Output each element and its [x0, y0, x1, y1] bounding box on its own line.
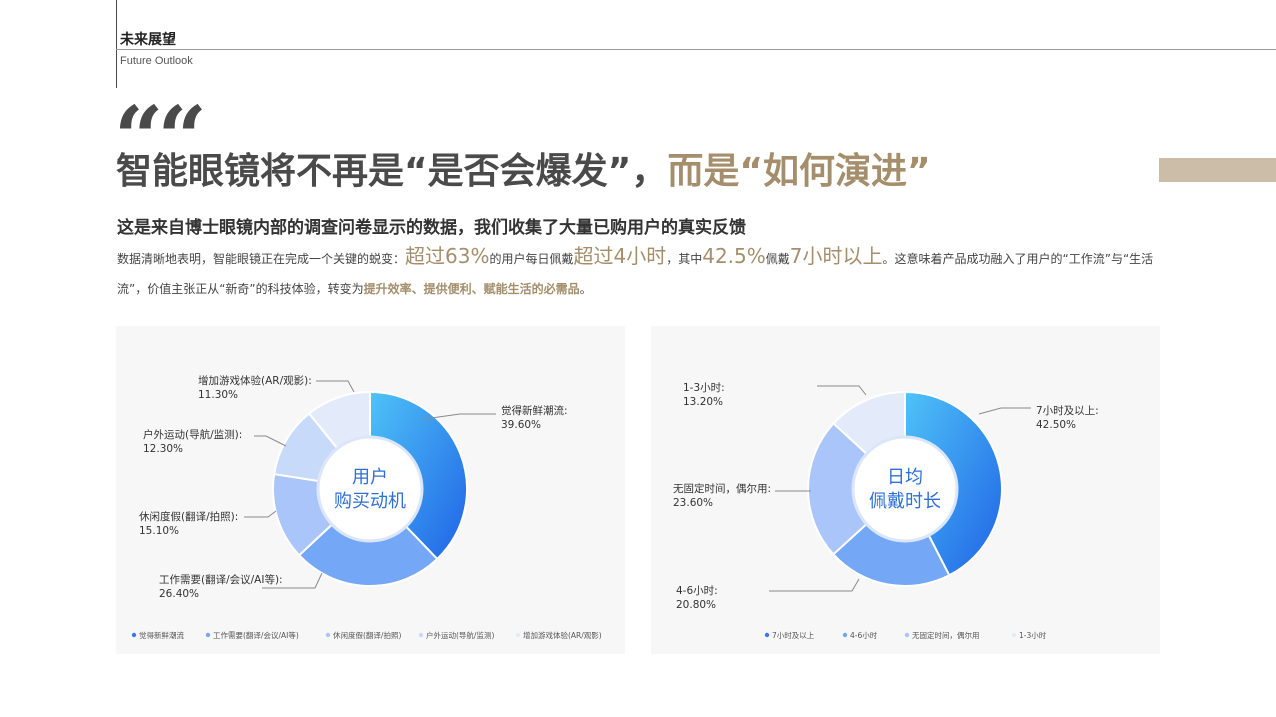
- callout-line-3: [254, 435, 287, 447]
- legend-label-1: 工作需要(翻译/会议/AI等): [213, 630, 299, 640]
- legend-label-3: 1-3小时: [1019, 630, 1047, 640]
- legend-label-0: 觉得新鲜潮流: [139, 630, 184, 640]
- para-text-6: 。: [579, 282, 592, 296]
- legend-marker-2: [325, 632, 331, 638]
- header-vertical-rule: [116, 0, 117, 88]
- subtitle: 这是来自博士眼镜内部的调查问卷显示的数据，我们收集了大量已购用户的真实反馈: [117, 218, 746, 238]
- para-highlight-4: 7小时以上: [789, 244, 883, 268]
- legend-marker-3: [1011, 632, 1017, 638]
- accent-bar: [1159, 158, 1276, 182]
- headline-gold: 而是“如何演进”: [667, 151, 931, 192]
- legend-label-1: 4-6小时: [850, 630, 878, 640]
- callout-label-0: 7小时及以上:: [1036, 405, 1099, 417]
- center-label-0: 用户: [352, 467, 388, 488]
- para-text-2: 的用户每日佩戴: [489, 252, 574, 266]
- callout-value-1: 26.40%: [159, 588, 199, 600]
- center-circle: [851, 435, 959, 543]
- callout-value-0: 39.60%: [501, 419, 541, 431]
- legend-marker-1: [842, 632, 848, 638]
- callout-value-3: 13.20%: [683, 396, 723, 408]
- section-subtitle: Future Outlook: [120, 55, 193, 67]
- para-text-1: 数据清晰地表明，智能眼镜正在完成一个关键的蜕变：: [117, 252, 406, 266]
- headline-dark: 智能眼镜将不再是“是否会爆发”，: [116, 151, 668, 192]
- legend-label-3: 户外运动(导航/监测): [426, 630, 494, 640]
- purchase-motivation-panel: 用户购买动机 觉得新鲜潮流: 39.60% 工作需要(翻译/会议/AI等): 26.40…: [116, 326, 625, 654]
- center-circle: [316, 435, 424, 543]
- callout-value-2: 23.60%: [673, 497, 713, 509]
- purchase-motivation-donut-chart: 用户购买动机 觉得新鲜潮流: 39.60% 工作需要(翻译/会议/AI等): 26.40…: [131, 374, 602, 640]
- legend-label-2: 无固定时间，偶尔用: [912, 630, 980, 640]
- center-label-1: 佩戴时长: [869, 491, 941, 512]
- legend-marker-0: [764, 632, 770, 638]
- section-title: 未来展望: [120, 32, 176, 48]
- legend-marker-2: [904, 632, 910, 638]
- callout-label-1: 工作需要(翻译/会议/AI等):: [159, 573, 283, 586]
- para-highlight-3: 42.5%: [702, 244, 766, 268]
- callout-line-0: [978, 407, 1031, 415]
- callout-value-0: 42.50%: [1036, 419, 1076, 431]
- callout-value-4: 11.30%: [198, 389, 238, 401]
- callout-label-3: 1-3小时:: [683, 382, 725, 394]
- callout-value-1: 20.80%: [676, 599, 716, 611]
- legend-marker-1: [205, 632, 211, 638]
- callout-label-3: 户外运动(导航/监测):: [143, 428, 242, 441]
- summary-paragraph: 数据清晰地表明，智能眼镜正在完成一个关键的蜕变：超过63%的用户每日佩戴超过4小…: [117, 241, 1177, 304]
- callout-line-3: [817, 385, 867, 396]
- callout-value-3: 12.30%: [143, 443, 183, 455]
- daily-wear-duration-panel: 日均佩戴时长 7小时及以上: 42.50% 4-6小时: 20.80% 无固定时间，偶尔用…: [651, 326, 1160, 654]
- legend-label-4: 增加游戏体验(AR/观影): [523, 630, 602, 640]
- header-horizontal-rule: [116, 49, 1276, 50]
- legend-label-2: 休闲度假(翻译/拍照): [333, 630, 401, 640]
- callout-label-4: 增加游戏体验(AR/观影):: [198, 374, 312, 387]
- callout-label-2: 休闲度假(翻译/拍照):: [139, 510, 238, 523]
- legend-marker-3: [418, 632, 424, 638]
- callout-label-2: 无固定时间，偶尔用:: [673, 482, 771, 495]
- callout-line-2: [244, 510, 277, 518]
- daily-wear-duration-donut-chart: 日均佩戴时长 7小时及以上: 42.50% 4-6小时: 20.80% 无固定时间，偶尔用…: [673, 382, 1099, 640]
- para-highlight-2: 超过4小时: [573, 244, 667, 268]
- legend-marker-0: [131, 632, 137, 638]
- center-label-1: 购买动机: [334, 491, 406, 512]
- headline: 智能眼镜将不再是“是否会爆发”，而是“如何演进”: [116, 146, 931, 198]
- para-text-4: 佩戴: [765, 252, 790, 266]
- para-highlight-1: 超过63%: [405, 244, 490, 268]
- para-highlight-5: 提升效率、提供便利、赋能生活的必需品: [363, 282, 580, 296]
- legend-marker-4: [515, 632, 521, 638]
- callout-value-2: 15.10%: [139, 525, 179, 537]
- callout-line-4: [316, 380, 355, 393]
- legend-label-0: 7小时及以上: [772, 630, 815, 640]
- callout-label-1: 4-6小时:: [676, 585, 718, 597]
- center-label-0: 日均: [887, 467, 923, 488]
- para-text-3: ，其中: [666, 252, 703, 266]
- callout-line-1: [769, 578, 860, 592]
- callout-label-0: 觉得新鲜潮流:: [501, 404, 568, 417]
